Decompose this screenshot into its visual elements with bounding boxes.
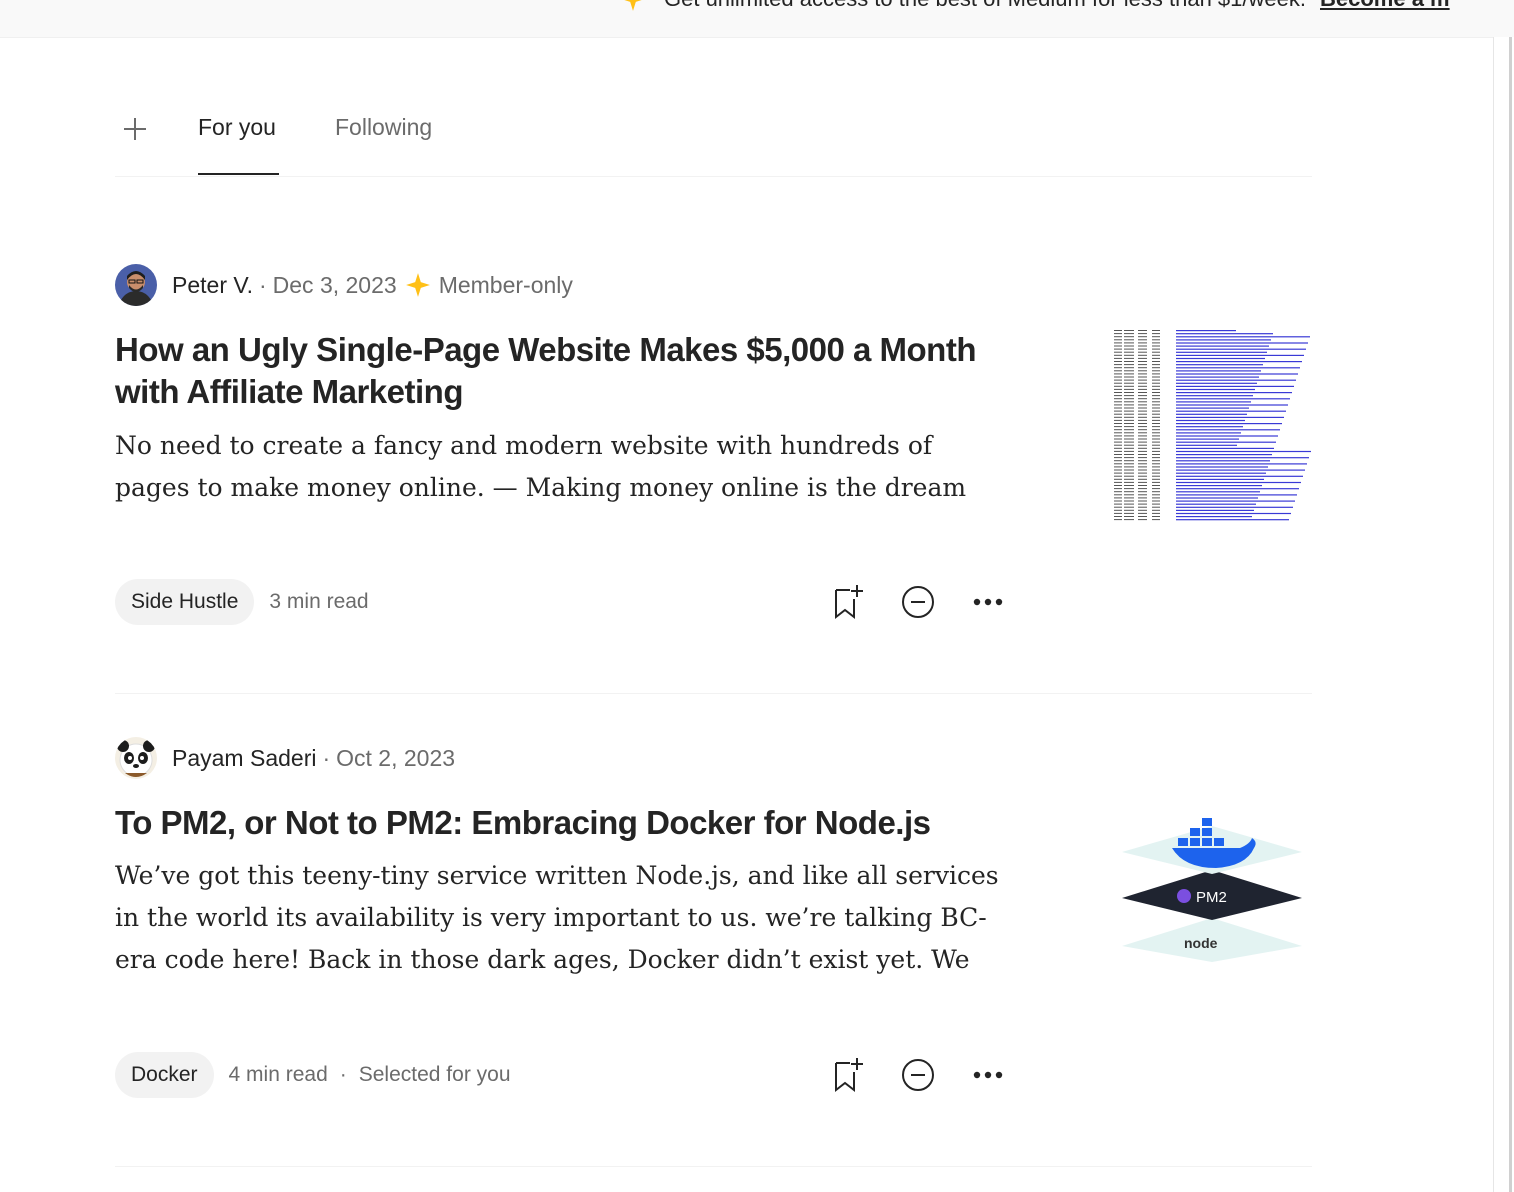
more-options-button[interactable] [971,585,1005,619]
post-date: Dec 3, 2023 [272,271,397,298]
post-footer: Docker 4 min read · Selected for you [115,1052,1005,1098]
separator-dot: · [322,744,331,771]
show-less-button[interactable] [901,585,935,619]
bookmark-button[interactable] [831,1058,865,1093]
post-actions [795,1052,1005,1098]
docker-pm2-node-thumbnail[interactable]: PM2 node [1112,808,1312,1008]
post-title[interactable]: How an Ugly Single-Page Website Makes $5… [115,329,1015,413]
post-card: Payam Saderi · Oct 2, 2023 To PM2, or No… [115,736,1312,1126]
bookmark-button[interactable] [831,585,865,620]
node-logo-text: node [1184,935,1218,951]
more-dots-icon [973,1071,1003,1079]
separator-dot: · [339,1063,347,1086]
post-divider [115,1166,1312,1167]
post-date: Oct 2, 2023 [336,744,456,771]
topic-tag[interactable]: Docker [115,1052,214,1098]
plus-icon[interactable] [122,116,148,142]
post-meta: Peter V. · Dec 3, 2023 Member-only [115,264,573,306]
post-divider [115,693,1312,694]
tab-following[interactable]: Following [335,114,432,141]
spreadsheet-thumbnail-icon [1112,326,1312,526]
avatar[interactable] [115,737,157,779]
membership-banner: Get unlimited access to the best of Medi… [0,0,1514,38]
post-title[interactable]: To PM2, or Not to PM2: Embracing Docker … [115,802,1015,844]
become-member-link[interactable]: Become a m [1320,0,1450,12]
star-icon [624,0,642,11]
more-options-button[interactable] [971,1058,1005,1092]
member-only-label: Member-only [438,271,573,298]
read-time: 3 min read [269,590,369,613]
avatar[interactable] [115,264,157,306]
post-footer: Side Hustle 3 min read [115,579,1005,625]
banner-content: Get unlimited access to the best of Medi… [620,0,1450,12]
selected-for-you-label: Selected for you [358,1063,511,1086]
minus-circle-icon [902,1059,934,1091]
spreadsheet-thumbnail[interactable] [1112,326,1312,526]
pm2-logo-text: PM2 [1196,889,1227,906]
author-name[interactable]: Payam Saderi [172,745,316,772]
show-less-button[interactable] [901,1058,935,1092]
post-card: Peter V. · Dec 3, 2023 Member-only How a… [115,262,1312,642]
member-star-icon [405,273,430,297]
bookmark-add-icon [835,585,863,620]
minus-circle-icon [902,586,934,618]
separator-dot: · [258,271,267,298]
post-meta: Payam Saderi · Oct 2, 2023 [115,737,455,779]
more-dots-icon [973,598,1003,606]
feed-tabs: For you Following [115,96,1312,177]
bookmark-add-icon [835,1058,863,1093]
scrollbar[interactable] [1493,37,1514,1192]
docker-pm2-node-thumbnail-icon: PM2 node [1112,808,1312,1008]
post-excerpt[interactable]: No need to create a fancy and modern web… [115,425,1010,509]
banner-text: Get unlimited access to the best of Medi… [664,0,1306,12]
tab-for-you[interactable]: For you [198,114,276,141]
topic-tag[interactable]: Side Hustle [115,579,255,625]
post-excerpt[interactable]: We’ve got this teeny-tiny service writte… [115,855,1010,981]
read-time: 4 min read [228,1063,328,1086]
post-actions [795,579,1005,625]
active-tab-indicator [198,173,279,175]
author-name[interactable]: Peter V. [172,272,253,299]
